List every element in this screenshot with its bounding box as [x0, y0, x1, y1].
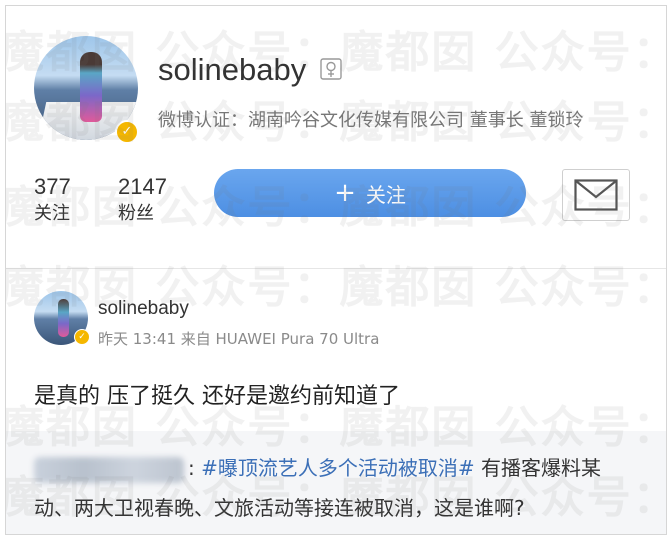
- message-button[interactable]: [562, 169, 630, 221]
- repost-text-1: 有播客爆料某: [474, 456, 601, 480]
- following-count: 377: [34, 174, 71, 199]
- followers-label: 粉丝: [118, 203, 154, 224]
- followers-stat[interactable]: 2147 粉丝: [118, 174, 167, 228]
- repost-line-1: : #曝顶流艺人多个活动被取消# 有播客爆料某: [34, 452, 601, 483]
- verified-badge-icon: ✓: [115, 120, 139, 144]
- following-stat[interactable]: 377 关注: [34, 174, 71, 228]
- profile-username: solinebaby: [158, 52, 307, 87]
- post-author-name[interactable]: solinebaby: [98, 298, 189, 320]
- post-text: 是真的 压了挺久 还好是邀约前知道了: [34, 384, 400, 409]
- follow-button[interactable]: + 关注: [214, 169, 526, 217]
- blurred-author-name: [34, 456, 184, 483]
- following-label: 关注: [34, 203, 70, 224]
- weibo-screenshot-frame: ✓ solinebaby 微博认证：湖南吟谷文化传媒有限公司 董事长 董锁玲 3…: [5, 5, 667, 535]
- follow-button-label: 关注: [365, 182, 406, 207]
- verified-badge-small-icon: ✓: [74, 329, 90, 345]
- repost-separator: :: [188, 456, 195, 480]
- female-icon: [320, 58, 342, 80]
- section-divider: [6, 268, 666, 269]
- repost-line-2: 动、两大卫视春晚、文旅活动等接连被取消，这是谁啊?: [34, 496, 525, 520]
- mail-icon: [574, 179, 618, 211]
- repost-topic-link[interactable]: #曝顶流艺人多个活动被取消#: [201, 456, 475, 480]
- followers-count: 2147: [118, 174, 167, 199]
- plus-icon: +: [334, 178, 356, 208]
- post-timestamp-source: 昨天 13:41 来自 HUAWEI Pura 70 Ultra: [98, 330, 380, 348]
- verification-info: 微博认证：湖南吟谷文化传媒有限公司 董事长 董锁玲: [158, 110, 584, 131]
